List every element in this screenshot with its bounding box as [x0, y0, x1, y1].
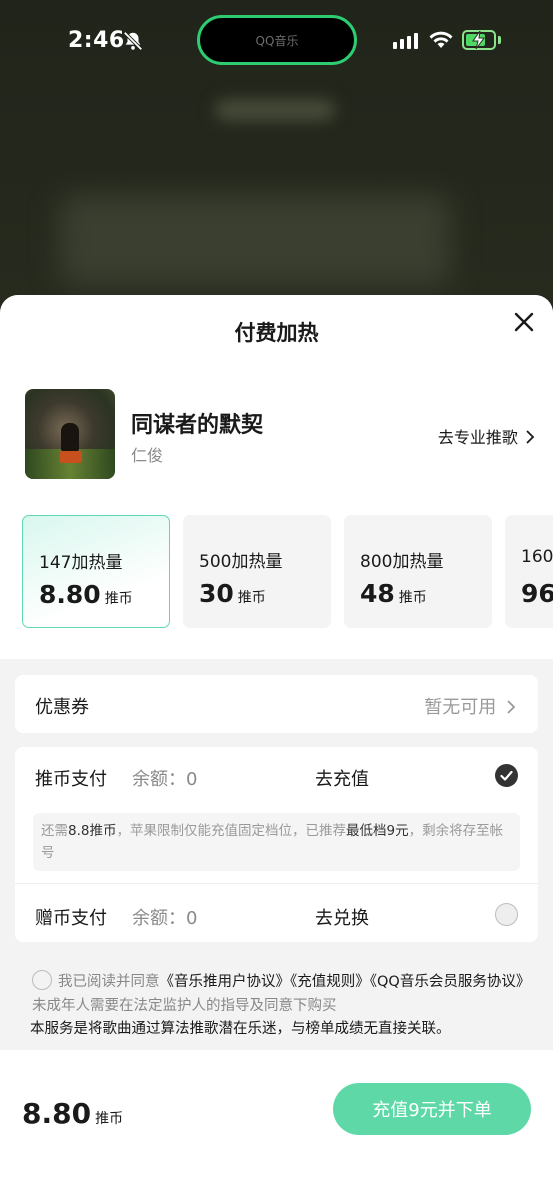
payment-method-box: 推币支付 余额：0 去充值 还需8.8推币，苹果限制仅能充值固定档位，已推荐最低… [15, 747, 538, 942]
coin-payment-checkbox[interactable] [495, 764, 518, 787]
sheet-header: 付费加热 [0, 295, 553, 367]
tier-price: 30 推币 [199, 579, 266, 608]
dynamic-island[interactable]: QQ音乐 [197, 15, 357, 65]
recharge-rules-link[interactable]: 《充值规则》 [290, 974, 370, 990]
recharge-note: 还需8.8推币，苹果限制仅能充值固定档位，已推荐最低档9元，剩余将存至帐号 [33, 813, 520, 871]
tier-amount: 160 [521, 547, 553, 567]
background-blur-text [215, 100, 335, 120]
coin-balance: 余额：0 [132, 769, 198, 790]
checkmark-icon [500, 770, 513, 781]
tier-price: 48 推币 [360, 579, 427, 608]
tier-amount: 147加热量 [39, 553, 123, 573]
coupon-row[interactable]: 优惠券 暂无可用 [15, 675, 538, 733]
song-title: 同谋者的默契 [131, 413, 264, 438]
gift-balance: 余额：0 [132, 908, 198, 929]
coupon-value: 暂无可用 [424, 693, 516, 719]
tier-price: 96 [521, 579, 553, 608]
boost-tier-list: 147加热量 8.80 推币 500加热量 30 推币 800加热量 48 推币 16… [22, 515, 553, 628]
chevron-right-icon [526, 430, 535, 444]
tier-amount: 500加热量 [199, 552, 283, 572]
chevron-right-icon [507, 700, 516, 714]
bell-muted-icon [123, 31, 143, 51]
tier-card[interactable]: 800加热量 48 推币 [344, 515, 492, 628]
status-bar: 2:46 QQ音乐 [0, 0, 553, 80]
close-icon[interactable] [513, 311, 535, 333]
tier-price: 8.80 推币 [39, 580, 133, 609]
recharge-link[interactable]: 去充值 [315, 765, 369, 791]
divider [15, 883, 538, 884]
payment-sheet: 付费加热 同谋者的默契 仁俊 去专业推歌 147加热量 8.80 推币 500加热… [0, 295, 553, 1200]
gift-payment-row[interactable]: 赠币支付 余额：0 去兑换 [15, 886, 538, 946]
coin-payment-label: 推币支付 [35, 769, 107, 790]
agreement-text: 我已阅读并同意《音乐推用户协议》《充值规则》《QQ音乐会员服务协议》未成年人需要… [32, 970, 532, 1018]
tier-card[interactable]: 500加热量 30 推币 [183, 515, 331, 628]
agree-radio[interactable] [32, 970, 52, 990]
tier-card[interactable]: 147加热量 8.80 推币 [22, 515, 170, 628]
tier-amount: 800加热量 [360, 552, 444, 572]
song-artist: 仁俊 [131, 446, 164, 465]
charging-bolt-icon [472, 31, 485, 49]
gift-payment-checkbox[interactable] [495, 903, 518, 926]
battery-tip [498, 36, 501, 44]
tier-card[interactable]: 160 96 [505, 515, 553, 628]
wifi-icon [429, 31, 453, 48]
gift-payment-label: 赠币支付 [35, 908, 107, 929]
checkout-footer: 8.80 推币 充值9元并下单 [0, 1050, 553, 1200]
signal-icon [393, 33, 418, 49]
pro-link-label: 去专业推歌 [437, 428, 518, 447]
song-card: 同谋者的默契 仁俊 去专业推歌 147加热量 8.80 推币 500加热量 30 推… [0, 367, 553, 659]
album-cover [25, 389, 115, 479]
pro-promotion-link[interactable]: 去专业推歌 [438, 424, 535, 448]
total-price: 8.80 推币 [22, 1097, 124, 1130]
vip-agreement-link[interactable]: 《QQ音乐会员服务协议》 [370, 974, 531, 990]
recharge-order-button[interactable]: 充值9元并下单 [333, 1083, 531, 1135]
service-notice: 本服务是将歌曲通过算法推歌潜在乐迷，与榜单成绩无直接关联。 [30, 1021, 451, 1037]
status-time: 2:46 [68, 28, 125, 53]
redeem-link[interactable]: 去兑换 [315, 904, 369, 930]
island-app-label: QQ音乐 [255, 33, 299, 48]
user-agreement-link[interactable]: 《音乐推用户协议》 [160, 974, 291, 990]
sheet-title: 付费加热 [234, 321, 319, 345]
coupon-label: 优惠券 [35, 697, 89, 718]
background-blur-card [60, 195, 450, 285]
coin-payment-row[interactable]: 推币支付 余额：0 去充值 [15, 747, 538, 807]
